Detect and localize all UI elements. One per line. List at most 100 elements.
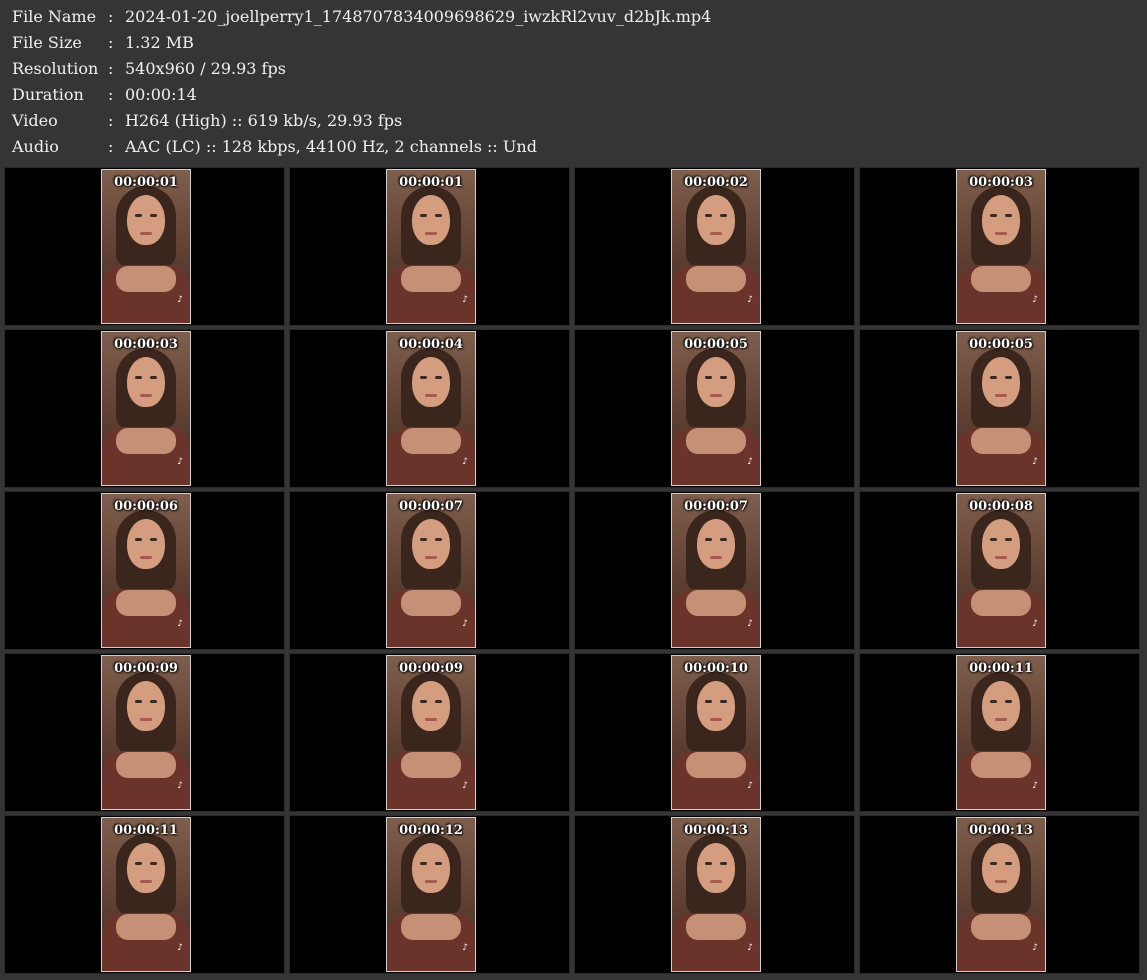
frame-timestamp: 00:00:03 — [969, 175, 1033, 190]
tiktok-logo-icon: ♪ — [1032, 943, 1038, 953]
info-label: Video — [12, 111, 58, 130]
thumbnail-cell: ♪ 00:00:01 — [289, 167, 570, 326]
frame-timestamp: 00:00:13 — [684, 823, 748, 838]
duration-value: 00:00:14 — [125, 85, 197, 104]
audio-codec-value: AAC (LC) :: 128 kbps, 44100 Hz, 2 channe… — [125, 137, 537, 156]
frame-eye-l — [135, 700, 142, 703]
frame-eye-r — [1005, 376, 1012, 379]
info-row-audio: Audio : AAC (LC) :: 128 kbps, 44100 Hz, … — [12, 137, 1132, 163]
frame-eye-r — [150, 700, 157, 703]
info-separator: : — [108, 85, 114, 104]
info-label: Duration — [12, 85, 84, 104]
frame-eye-r — [150, 862, 157, 865]
frame-eye-r — [150, 376, 157, 379]
frame-face — [697, 195, 735, 245]
frame-face — [127, 519, 165, 569]
frame-mouth — [995, 556, 1007, 559]
thumbnail-cell: ♪ 00:00:09 — [4, 653, 285, 812]
thumbnail-cell: ♪ 00:00:03 — [4, 329, 285, 488]
frame-mouth — [710, 556, 722, 559]
frame-hands — [401, 590, 461, 616]
frame-eye-r — [435, 538, 442, 541]
frame-hands — [971, 428, 1031, 454]
frame-eye-l — [135, 214, 142, 217]
thumbnail-cell: ♪ 00:00:06 — [4, 491, 285, 650]
thumbnail-cell: ♪ 00:00:13 — [859, 815, 1140, 974]
video-frame-thumbnail: ♪ 00:00:09 — [386, 655, 476, 810]
thumbnail-cell: ♪ 00:00:05 — [574, 329, 855, 488]
frame-hands — [116, 914, 176, 940]
frame-eye-l — [990, 376, 997, 379]
thumbnail-cell: ♪ 00:00:03 — [859, 167, 1140, 326]
frame-mouth — [425, 394, 437, 397]
video-frame-thumbnail: ♪ 00:00:05 — [671, 331, 761, 486]
video-frame-thumbnail: ♪ 00:00:09 — [101, 655, 191, 810]
file-name-value: 2024-01-20_joellperry1_17487078340096986… — [125, 7, 712, 26]
frame-mouth — [995, 880, 1007, 883]
frame-mouth — [425, 232, 437, 235]
frame-eye-l — [135, 862, 142, 865]
frame-eye-r — [150, 214, 157, 217]
frame-face — [412, 357, 450, 407]
thumbnail-cell: ♪ 00:00:08 — [859, 491, 1140, 650]
info-label: Audio — [12, 137, 59, 156]
frame-mouth — [425, 556, 437, 559]
frame-mouth — [140, 718, 152, 721]
frame-face — [697, 519, 735, 569]
frame-timestamp: 00:00:13 — [969, 823, 1033, 838]
frame-eye-r — [435, 214, 442, 217]
frame-eye-l — [705, 214, 712, 217]
video-frame-thumbnail: ♪ 00:00:11 — [956, 655, 1046, 810]
thumbnail-cell: ♪ 00:00:02 — [574, 167, 855, 326]
frame-eye-r — [720, 862, 727, 865]
video-frame-thumbnail: ♪ 00:00:12 — [386, 817, 476, 972]
frame-face — [127, 195, 165, 245]
frame-timestamp: 00:00:10 — [684, 661, 748, 676]
frame-face — [697, 843, 735, 893]
frame-mouth — [425, 880, 437, 883]
tiktok-logo-icon: ♪ — [462, 943, 468, 953]
thumbnail-cell: ♪ 00:00:04 — [289, 329, 570, 488]
frame-mouth — [140, 880, 152, 883]
frame-timestamp: 00:00:02 — [684, 175, 748, 190]
frame-timestamp: 00:00:05 — [969, 337, 1033, 352]
info-row-resolution: Resolution : 540x960 / 29.93 fps — [12, 59, 1132, 85]
video-frame-thumbnail: ♪ 00:00:01 — [101, 169, 191, 324]
thumbnail-cell: ♪ 00:00:05 — [859, 329, 1140, 488]
frame-eye-l — [135, 376, 142, 379]
tiktok-logo-icon: ♪ — [747, 619, 753, 629]
tiktok-logo-icon: ♪ — [1032, 619, 1038, 629]
frame-face — [412, 519, 450, 569]
frame-eye-r — [720, 214, 727, 217]
frame-mouth — [425, 718, 437, 721]
info-label: File Name — [12, 7, 97, 26]
frame-eye-r — [720, 700, 727, 703]
video-frame-thumbnail: ♪ 00:00:13 — [671, 817, 761, 972]
tiktok-logo-icon: ♪ — [1032, 295, 1038, 305]
frame-eye-r — [435, 700, 442, 703]
frame-face — [697, 681, 735, 731]
frame-hands — [401, 752, 461, 778]
frame-face — [982, 519, 1020, 569]
frame-timestamp: 00:00:05 — [684, 337, 748, 352]
thumbnail-cell: ♪ 00:00:11 — [4, 815, 285, 974]
frame-timestamp: 00:00:01 — [399, 175, 463, 190]
frame-eye-r — [1005, 538, 1012, 541]
video-frame-thumbnail: ♪ 00:00:03 — [956, 169, 1046, 324]
info-separator: : — [108, 59, 114, 78]
frame-mouth — [140, 394, 152, 397]
frame-eye-l — [420, 376, 427, 379]
info-row-file-name: File Name : 2024-01-20_joellperry1_17487… — [12, 7, 1132, 33]
frame-face — [412, 843, 450, 893]
frame-mouth — [995, 232, 1007, 235]
frame-timestamp: 00:00:07 — [684, 499, 748, 514]
frame-mouth — [710, 880, 722, 883]
frame-eye-l — [420, 214, 427, 217]
frame-eye-r — [1005, 214, 1012, 217]
frame-hands — [116, 590, 176, 616]
tiktok-logo-icon: ♪ — [177, 781, 183, 791]
tiktok-logo-icon: ♪ — [177, 457, 183, 467]
frame-timestamp: 00:00:11 — [969, 661, 1033, 676]
tiktok-logo-icon: ♪ — [747, 295, 753, 305]
frame-eye-l — [990, 862, 997, 865]
